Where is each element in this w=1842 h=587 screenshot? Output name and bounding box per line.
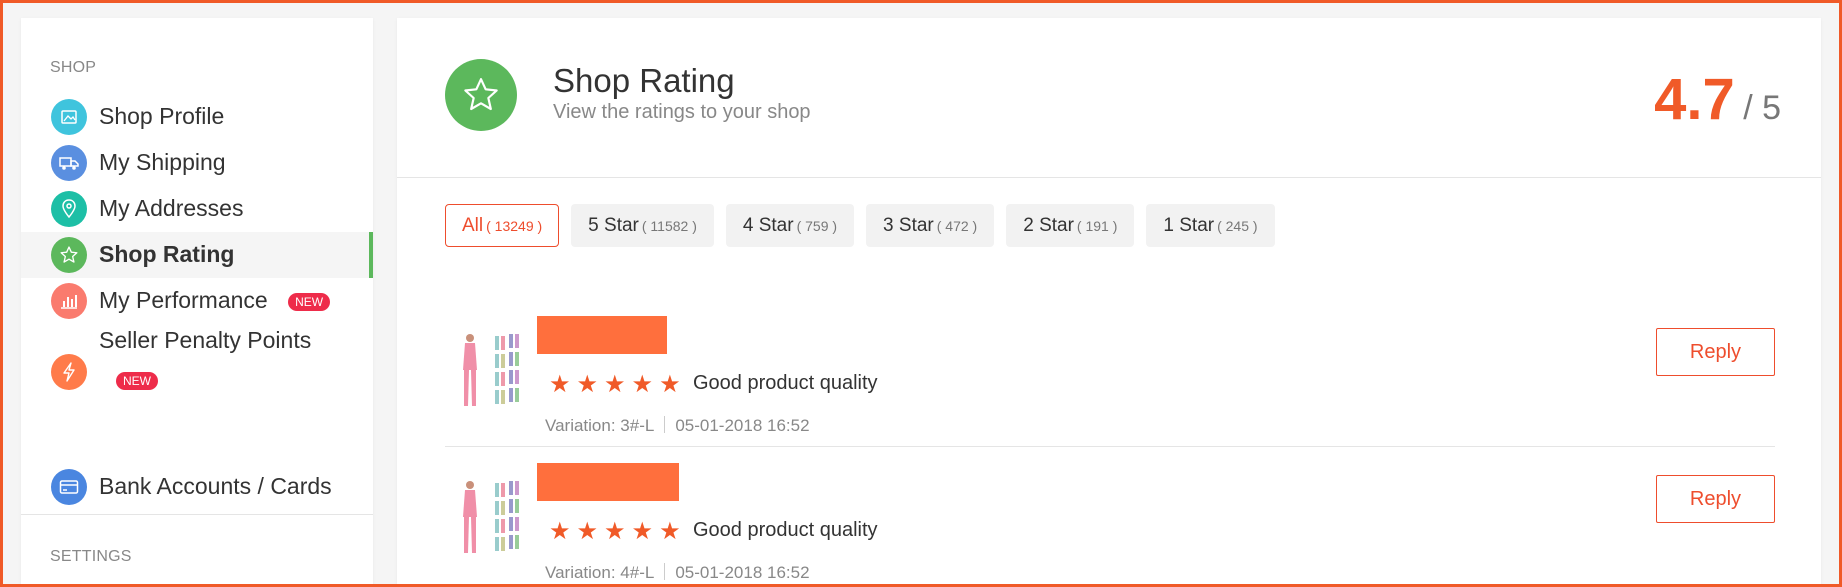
filter-4-star[interactable]: 4 Star ( 759 ): [725, 204, 855, 247]
reply-button[interactable]: Reply: [1656, 328, 1775, 376]
rating-stars: ★★★★★: [549, 518, 687, 545]
sidebar-item-my-performance[interactable]: My Performance NEW: [21, 278, 373, 324]
rating-header: Shop Rating View the ratings to your sho…: [397, 18, 1821, 178]
reply-button[interactable]: Reply: [1656, 475, 1775, 523]
location-pin-icon: [51, 191, 87, 227]
filter-count: ( 11582 ): [641, 217, 697, 234]
filter-count: ( 245 ): [1217, 217, 1258, 234]
sidebar-item-label-wrap: My Performance NEW: [99, 287, 331, 314]
sidebar-item-my-shipping[interactable]: My Shipping: [21, 140, 373, 186]
sidebar-item-shop-profile[interactable]: Shop Profile: [21, 94, 373, 140]
review-date: 05-01-2018 16:52: [675, 563, 810, 582]
main-panel: Shop Rating View the ratings to your sho…: [397, 18, 1821, 587]
review-row: ★★★★★ Good product quality Variation: 3#…: [445, 300, 1775, 447]
sidebar-item-shop-rating[interactable]: Shop Rating: [21, 232, 373, 278]
filter-2-star[interactable]: 2 Star ( 191 ): [1006, 204, 1135, 247]
sidebar-item-label: Bank Accounts / Cards: [99, 473, 332, 499]
sidebar-item-label: Seller Penalty Points: [99, 327, 312, 353]
filter-label: 5 Star: [588, 214, 639, 236]
divider: [664, 416, 666, 433]
review-meta: Variation: 4#-L 05-01-2018 16:52: [545, 563, 810, 583]
filter-5-star[interactable]: 5 Star ( 11582 ): [571, 204, 714, 247]
reviewer-name-redacted: [537, 316, 667, 354]
sidebar: SHOP Shop Profile My Shipping My Address…: [21, 18, 373, 587]
sidebar-section-shop: SHOP: [50, 59, 97, 76]
variation-label: Variation: 3#-L: [545, 416, 655, 435]
rating-filter-tabs: All ( 13249 ) 5 Star ( 11582 ) 4 Star ( …: [445, 204, 1275, 247]
filter-3-star[interactable]: 3 Star ( 472 ): [866, 204, 995, 247]
filter-label: 3 Star: [883, 214, 934, 236]
reviewer-name-redacted: [537, 463, 679, 501]
score-value: 4.7: [1654, 67, 1735, 132]
product-thumbnail[interactable]: [455, 330, 525, 410]
sidebar-item-label: My Shipping: [99, 149, 226, 175]
review-comment: Good product quality: [693, 372, 878, 394]
filter-label: 4 Star: [742, 214, 794, 236]
lightning-icon: [51, 354, 87, 390]
sidebar-item-label: Shop Rating: [99, 241, 235, 267]
sidebar-item-my-addresses[interactable]: My Addresses: [21, 186, 373, 232]
filter-count: ( 191 ): [1076, 217, 1118, 234]
filter-label: 2 Star: [1023, 214, 1074, 236]
sidebar-divider: [21, 514, 373, 515]
product-thumbnail[interactable]: [455, 477, 525, 557]
sidebar-item-label: Shop Profile: [99, 103, 225, 129]
sidebar-item-seller-penalty-points[interactable]: Seller Penalty Points NEW: [21, 324, 373, 458]
page-subtitle: View the ratings to your shop: [553, 101, 811, 123]
review-date: 05-01-2018 16:52: [675, 416, 810, 435]
review-comment: Good product quality: [693, 519, 878, 541]
filter-count: ( 472 ): [936, 217, 978, 234]
page-title: Shop Rating: [553, 62, 735, 99]
filter-count: ( 13249 ): [486, 217, 543, 234]
star-icon: [445, 59, 517, 131]
credit-card-icon: [51, 469, 87, 505]
divider: [664, 563, 666, 580]
new-badge: NEW: [288, 292, 331, 311]
filter-count: ( 759 ): [796, 217, 838, 234]
sidebar-item-bank-accounts[interactable]: Bank Accounts / Cards: [21, 464, 373, 510]
score-max: / 5: [1743, 89, 1781, 127]
filter-1-star[interactable]: 1 Star ( 245 ): [1146, 204, 1275, 247]
truck-icon: [51, 145, 87, 181]
sidebar-section-settings: SETTINGS: [50, 548, 132, 565]
filter-all[interactable]: All ( 13249 ): [445, 204, 560, 247]
sidebar-item-label: My Performance: [99, 287, 268, 313]
sidebar-item-label: My Addresses: [99, 195, 244, 221]
shop-score: 4.7 / 5: [1654, 66, 1781, 133]
rating-stars: ★★★★★: [549, 371, 687, 398]
new-badge: NEW: [116, 372, 158, 390]
star-icon: [51, 237, 87, 273]
variation-label: Variation: 4#-L: [545, 563, 655, 582]
review-meta: Variation: 3#-L 05-01-2018 16:52: [545, 416, 810, 436]
filter-label: All: [462, 214, 484, 236]
image-icon: [51, 99, 87, 135]
bar-chart-icon: [51, 283, 87, 319]
filter-label: 1 Star: [1163, 214, 1215, 236]
review-row: ★★★★★ Good product quality Variation: 4#…: [445, 447, 1775, 587]
